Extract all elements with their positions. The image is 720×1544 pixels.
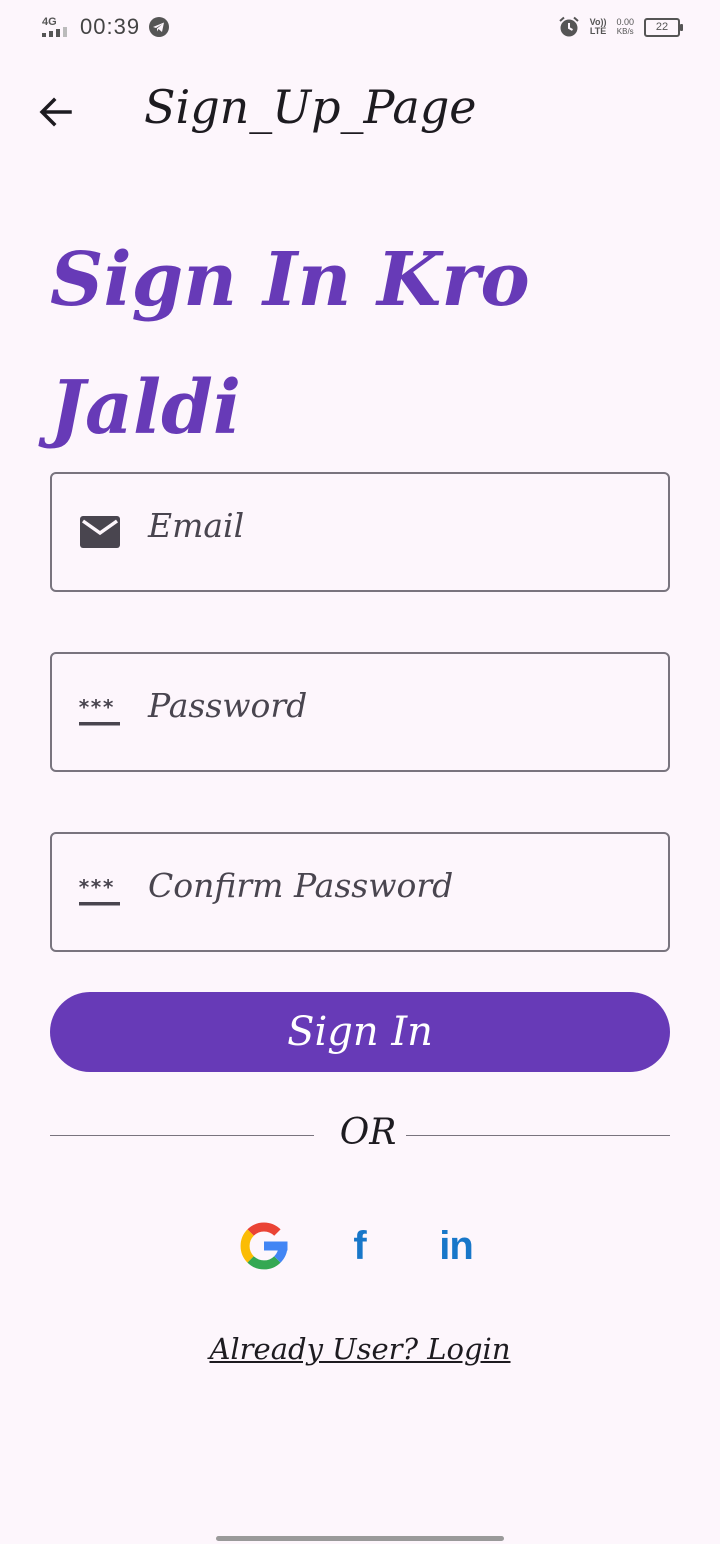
arrow-back-icon: [39, 97, 72, 127]
or-label: OR: [339, 1112, 397, 1153]
login-link-row: Already User? Login: [0, 1332, 720, 1366]
facebook-icon: f: [353, 1223, 367, 1268]
or-divider: OR: [50, 1112, 670, 1158]
confirm-password-placeholder: Confirm Password: [148, 866, 454, 905]
status-left: 4G 00:39: [42, 14, 170, 40]
google-icon: [240, 1222, 288, 1270]
svg-text:***: ***: [78, 695, 114, 719]
mail-icon: [80, 516, 120, 548]
sign-in-button-label: Sign In: [287, 1009, 433, 1055]
telegram-icon: [149, 17, 170, 37]
password-field[interactable]: *** Password: [50, 652, 670, 772]
headline: Sign In Kro Jaldi: [50, 237, 530, 451]
back-button[interactable]: [36, 92, 76, 132]
already-user-login-link[interactable]: Already User? Login: [209, 1332, 510, 1366]
volte-bottom: LTE: [589, 26, 607, 36]
volte-indicator: Vo)) LTE: [590, 18, 607, 36]
status-bar: 4G 00:39 Vo)) LTE 0.00 KB/s 22: [0, 0, 720, 56]
email-field[interactable]: Email: [50, 472, 670, 592]
divider-line-right: [406, 1135, 670, 1136]
app-bar: Sign_Up_Page: [0, 70, 720, 150]
svg-text:***: ***: [78, 875, 114, 899]
page-title: Sign_Up_Page: [144, 80, 477, 134]
password-icon: ***: [78, 695, 120, 726]
battery-icon: 22: [644, 17, 683, 37]
linkedin-login-button[interactable]: in: [428, 1218, 484, 1274]
sign-in-button[interactable]: Sign In: [50, 992, 670, 1072]
password-placeholder: Password: [148, 686, 308, 725]
password-icon: ***: [78, 875, 120, 906]
clock: 00:39: [80, 14, 141, 39]
signal-indicator: 4G: [42, 17, 72, 37]
google-login-button[interactable]: [236, 1218, 292, 1274]
net-speed: 0.00 KB/s: [616, 17, 634, 37]
signal-bars-icon: [42, 27, 67, 37]
divider-line-left: [50, 1135, 314, 1136]
net-speed-value: 0.00: [616, 17, 634, 27]
home-indicator[interactable]: [216, 1536, 504, 1541]
net-speed-unit: KB/s: [616, 27, 634, 36]
battery-level: 22: [655, 21, 669, 33]
confirm-password-field[interactable]: *** Confirm Password: [50, 832, 670, 952]
status-right: Vo)) LTE 0.00 KB/s 22: [558, 16, 683, 38]
email-placeholder: Email: [148, 506, 245, 545]
network-type: 4G: [42, 16, 57, 28]
linkedin-icon: in: [439, 1223, 474, 1268]
facebook-login-button[interactable]: f: [336, 1218, 384, 1274]
alarm-icon: [558, 16, 579, 37]
